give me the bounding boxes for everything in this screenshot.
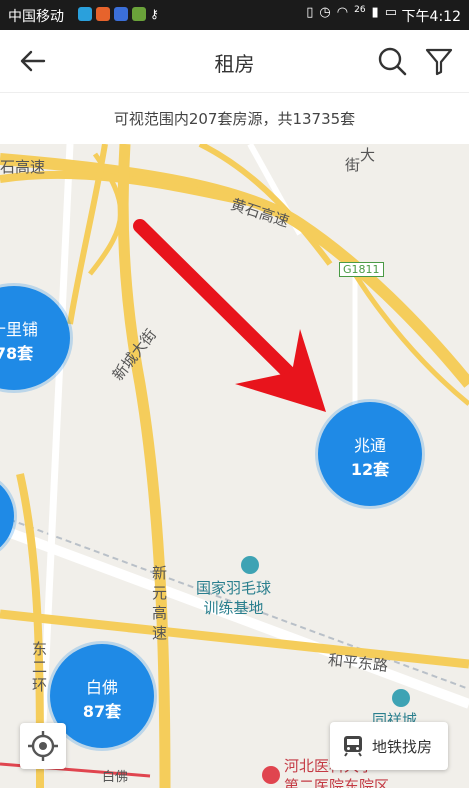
subway-label: 地铁找房 [372,738,433,756]
key-icon: ⚷ [150,7,159,21]
poi-label: 国家羽毛球 [196,579,272,597]
notification-icons: ⚷ [78,7,164,21]
clock: 下午4:12 [401,9,461,25]
app-icon [114,7,128,21]
road-label: 元 [152,584,168,602]
cluster-name: 白佛 [85,678,118,697]
poi-badminton[interactable]: 国家羽毛球 训练基地 [196,578,271,618]
cluster-count: 78套 [0,344,34,363]
wifi-icon: ◠ [336,5,349,20]
filter-icon[interactable] [423,45,455,77]
subway-search-button[interactable]: 地铁找房 [330,722,448,770]
road-label: 白佛 [102,770,129,785]
cluster-count: 87套 [82,702,122,721]
app-icon [96,7,110,21]
cluster-count: 12套 [350,460,390,479]
subway-icon [344,736,362,757]
map-view[interactable]: 石高速 黄石高速 新城大街 街 大 G1811 新 元 高 速 东 二 环 和平… [0,144,469,788]
app-icon [78,7,92,21]
highway-shield: G1811 [339,262,384,277]
battery-icon: ▭ [384,5,397,20]
signal-badge: 26 [354,5,366,15]
sports-poi-icon [241,556,259,574]
road-label: 大 [360,146,376,164]
locate-button[interactable] [20,723,66,769]
cluster-bubble[interactable]: 兆通 12套 [318,402,422,506]
app-icon [132,7,146,21]
poi-label: 训练基地 [203,599,264,617]
hospital-icon [262,766,280,784]
road-label: 高 [152,604,168,622]
search-icon[interactable] [376,45,408,77]
nav-bar: 租房 [0,30,469,92]
carrier-label: 中国移动 [8,9,64,25]
road-label: 石高速 [0,158,46,176]
community-poi-icon [392,689,410,707]
locate-icon [28,731,58,761]
cluster-name: 兆通 [353,436,386,455]
road-label: 速 [152,624,168,642]
alarm-icon: ◷ [319,5,331,20]
road-label: 新 [152,564,168,582]
status-bar: 中国移动 ⚷ ▯ ◷ ◠ 26 ▮ ▭ 下午4:12 [0,0,469,30]
vibrate-icon: ▯ [306,5,314,20]
listing-count-bar: 可视范围内207套房源，共13735套 [0,92,469,145]
signal-icon: ▮ [371,5,379,20]
poi-label: 第二医院东院区 [284,777,390,788]
road-label: 环 [32,676,48,694]
cluster-name: 十里铺 [0,320,38,339]
system-icons: ▯ ◷ ◠ 26 ▮ ▭ [306,5,397,20]
road-label: 街 [345,156,361,174]
